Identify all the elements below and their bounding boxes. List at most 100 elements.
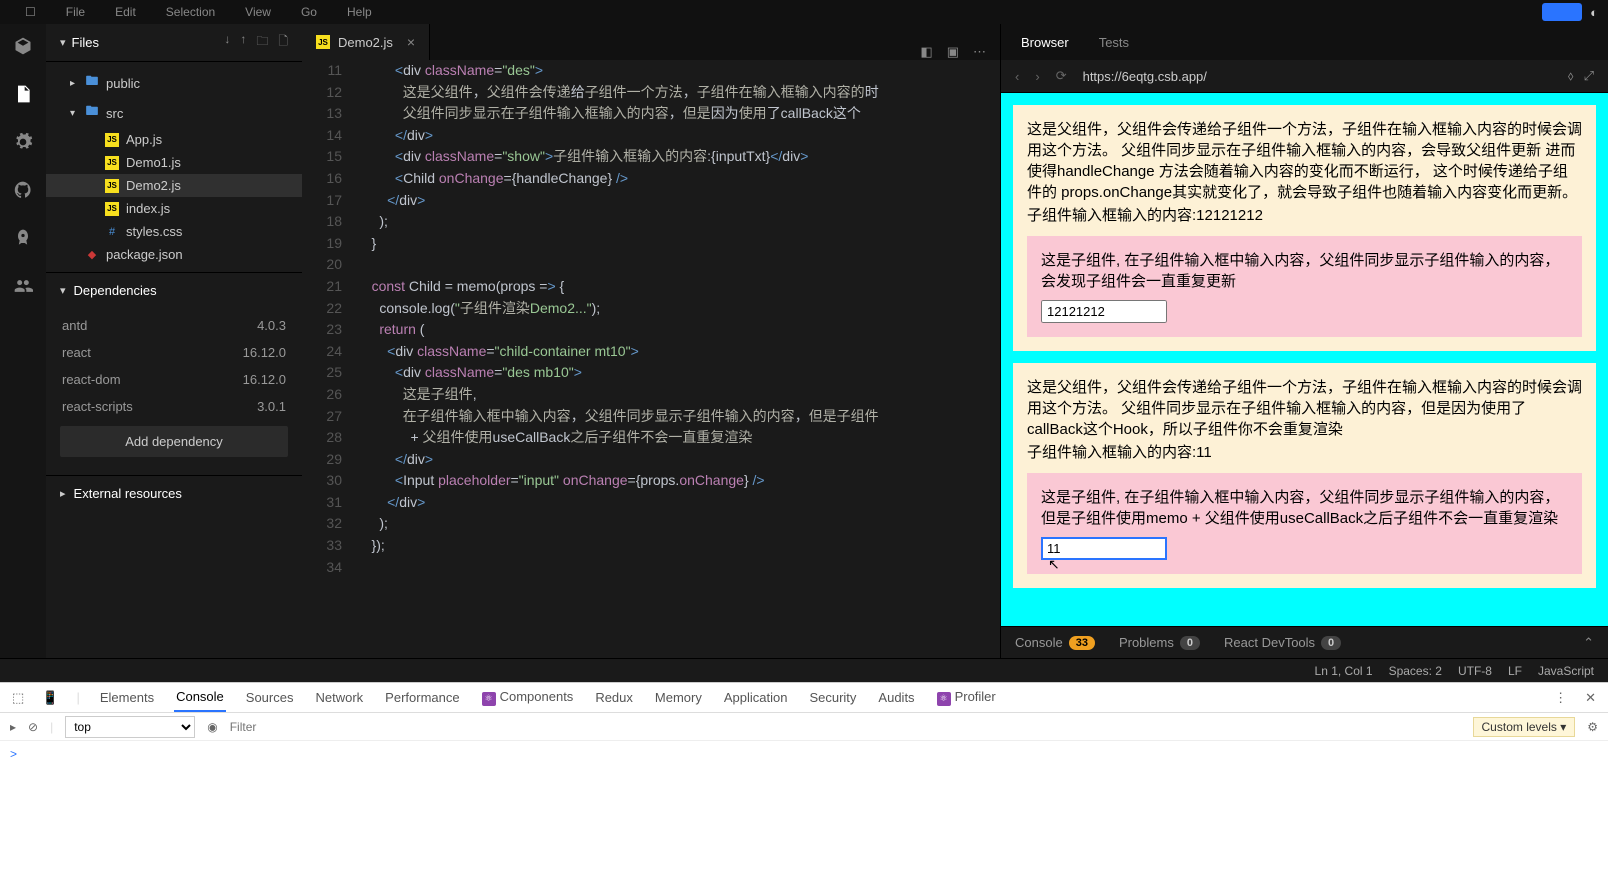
file-item[interactable]: ▸🖿public <box>46 68 302 98</box>
devtools-tab-components[interactable]: ⚛Components <box>480 683 576 712</box>
tab-demo2[interactable]: JS Demo2.js × <box>302 24 430 60</box>
file-item[interactable]: ▾🖿src <box>46 98 302 128</box>
more-icon[interactable]: ⋮ <box>1554 690 1567 706</box>
upload-icon[interactable]: ↑ <box>240 32 246 53</box>
close-icon[interactable]: ✕ <box>1585 690 1596 706</box>
status-encoding[interactable]: UTF-8 <box>1458 664 1492 678</box>
inspect-icon[interactable]: ⬚ <box>12 690 24 706</box>
ext-resources-label: External resources <box>74 486 182 501</box>
devtools-console-toolbar: ▸ ⊘ | top ◉ Custom levels ▾ ⚙ <box>0 713 1608 741</box>
activity-bar <box>0 24 46 658</box>
back-icon[interactable]: ‹ <box>1015 69 1019 84</box>
clear-icon[interactable]: ⊘ <box>28 720 38 734</box>
new-file-icon[interactable]: 🗋 <box>278 32 288 53</box>
status-lang[interactable]: JavaScript <box>1538 664 1594 678</box>
devtools-tab-elements[interactable]: Elements <box>98 684 156 711</box>
forward-icon[interactable]: › <box>1035 69 1039 84</box>
eye-icon[interactable]: ◉ <box>207 720 217 734</box>
download-icon[interactable]: ↓ <box>224 32 230 53</box>
chevron-down-icon: ▾ <box>60 284 66 297</box>
device-icon[interactable]: 📱 <box>42 690 58 706</box>
child-box-2: 这是子组件, 在子组件输入框中输入内容，父组件同步显示子组件输入的内容，但是子组… <box>1027 473 1582 574</box>
add-dependency-button[interactable]: Add dependency <box>60 426 288 457</box>
avatar[interactable]: ◐ <box>1590 5 1598 20</box>
status-spaces[interactable]: Spaces: 2 <box>1389 664 1442 678</box>
devtools-tab-performance[interactable]: Performance <box>383 684 461 711</box>
parent2-show: 子组件输入框输入的内容:11 <box>1027 442 1582 463</box>
parent2-des: 这是父组件，父组件会传递给子组件一个方法，子组件在输入框输入内容的时候会调用这个… <box>1027 377 1582 440</box>
url-field[interactable]: https://6eqtg.csb.app/ <box>1083 69 1552 84</box>
play-icon[interactable]: ▸ <box>10 720 16 734</box>
console-body[interactable]: > <box>0 741 1608 884</box>
logo-icon: ☐ <box>25 5 36 19</box>
menu-view[interactable]: View <box>245 5 271 19</box>
devtools-tab-redux[interactable]: Redux <box>593 684 635 711</box>
devtools-tab-console[interactable]: Console <box>174 683 226 712</box>
devtools-tab-memory[interactable]: Memory <box>653 684 704 711</box>
react-devtools-tab[interactable]: React DevTools 0 <box>1224 635 1341 650</box>
rocket-icon[interactable] <box>13 228 33 248</box>
ext-resources-header[interactable]: ▸ External resources <box>46 475 302 511</box>
preview-tabs: Browser Tests <box>1001 24 1608 60</box>
file-item[interactable]: #styles.css <box>46 220 302 243</box>
dep-row[interactable]: antd4.0.3 <box>46 312 302 339</box>
share-icon[interactable]: ⬨ <box>1568 68 1574 84</box>
child1-input[interactable] <box>1041 300 1167 323</box>
file-item[interactable]: ◆package.json <box>46 243 302 266</box>
menu-file[interactable]: File <box>66 5 85 19</box>
deps-list: antd4.0.3react16.12.0react-dom16.12.0rea… <box>46 308 302 475</box>
people-icon[interactable] <box>13 276 33 296</box>
more-icon[interactable]: ⋯ <box>973 44 986 60</box>
file-item[interactable]: JSindex.js <box>46 197 302 220</box>
settings-icon[interactable]: ⚙ <box>1587 720 1598 734</box>
preview-bottom-bar: Console 33 Problems 0 React DevTools 0 ⌃ <box>1001 626 1608 658</box>
tab-tests[interactable]: Tests <box>1099 35 1129 50</box>
devtools-tabs: ⬚ 📱 | ElementsConsoleSourcesNetworkPerfo… <box>0 683 1608 713</box>
filter-input[interactable] <box>230 720 1461 734</box>
gear-icon[interactable] <box>13 132 33 152</box>
split-icon[interactable]: ◧ <box>920 44 932 60</box>
open-new-icon[interactable]: ⤢ <box>1584 68 1594 84</box>
share-button[interactable] <box>1542 3 1582 21</box>
files-header[interactable]: ▾ Files ↓ ↑ 🗀 🗋 <box>46 24 302 62</box>
child2-input[interactable] <box>1041 537 1167 560</box>
devtools-tab-sources[interactable]: Sources <box>244 684 296 711</box>
menu-edit[interactable]: Edit <box>115 5 136 19</box>
dep-row[interactable]: react16.12.0 <box>46 339 302 366</box>
dep-row[interactable]: react-dom16.12.0 <box>46 366 302 393</box>
reload-icon[interactable]: ⟳ <box>1056 68 1067 84</box>
new-folder-icon[interactable]: 🗀 <box>256 32 268 53</box>
status-bar: Ln 1, Col 1 Spaces: 2 UTF-8 LF JavaScrip… <box>0 658 1608 682</box>
devtools-tab-application[interactable]: Application <box>722 684 790 711</box>
layout-icon[interactable]: ▣ <box>947 44 959 60</box>
main-container: ▾ Files ↓ ↑ 🗀 🗋 ▸🖿public▾🖿srcJSApp.jsJSD… <box>0 24 1608 658</box>
status-eol[interactable]: LF <box>1508 664 1522 678</box>
file-item[interactable]: JSDemo2.js <box>46 174 302 197</box>
menu-selection[interactable]: Selection <box>166 5 215 19</box>
status-pos[interactable]: Ln 1, Col 1 <box>1315 664 1373 678</box>
cube-icon[interactable] <box>13 36 33 56</box>
tab-browser[interactable]: Browser <box>1021 35 1069 50</box>
chevron-up-icon[interactable]: ⌃ <box>1583 635 1594 651</box>
file-tree: ▸🖿public▾🖿srcJSApp.jsJSDemo1.jsJSDemo2.j… <box>46 62 302 272</box>
devtools-tab-network[interactable]: Network <box>313 684 365 711</box>
devtools-tab-audits[interactable]: Audits <box>876 684 916 711</box>
problems-tab[interactable]: Problems 0 <box>1119 635 1200 650</box>
code-editor[interactable]: 1112131415161718192021222324252627282930… <box>302 60 1000 658</box>
chevron-right-icon: ▸ <box>60 487 66 500</box>
file-icon[interactable] <box>13 84 33 104</box>
file-item[interactable]: JSApp.js <box>46 128 302 151</box>
close-icon[interactable]: × <box>407 34 415 50</box>
menu-go[interactable]: Go <box>301 5 317 19</box>
log-levels[interactable]: Custom levels ▾ <box>1473 717 1576 737</box>
files-label: Files <box>72 35 225 50</box>
devtools-tab-profiler[interactable]: ⚛Profiler <box>935 683 998 712</box>
deps-header[interactable]: ▾ Dependencies <box>46 272 302 308</box>
dep-row[interactable]: react-scripts3.0.1 <box>46 393 302 420</box>
context-select[interactable]: top <box>65 716 195 738</box>
devtools-tab-security[interactable]: Security <box>807 684 858 711</box>
console-tab[interactable]: Console 33 <box>1015 635 1095 650</box>
github-icon[interactable] <box>13 180 33 200</box>
menu-help[interactable]: Help <box>347 5 372 19</box>
file-item[interactable]: JSDemo1.js <box>46 151 302 174</box>
